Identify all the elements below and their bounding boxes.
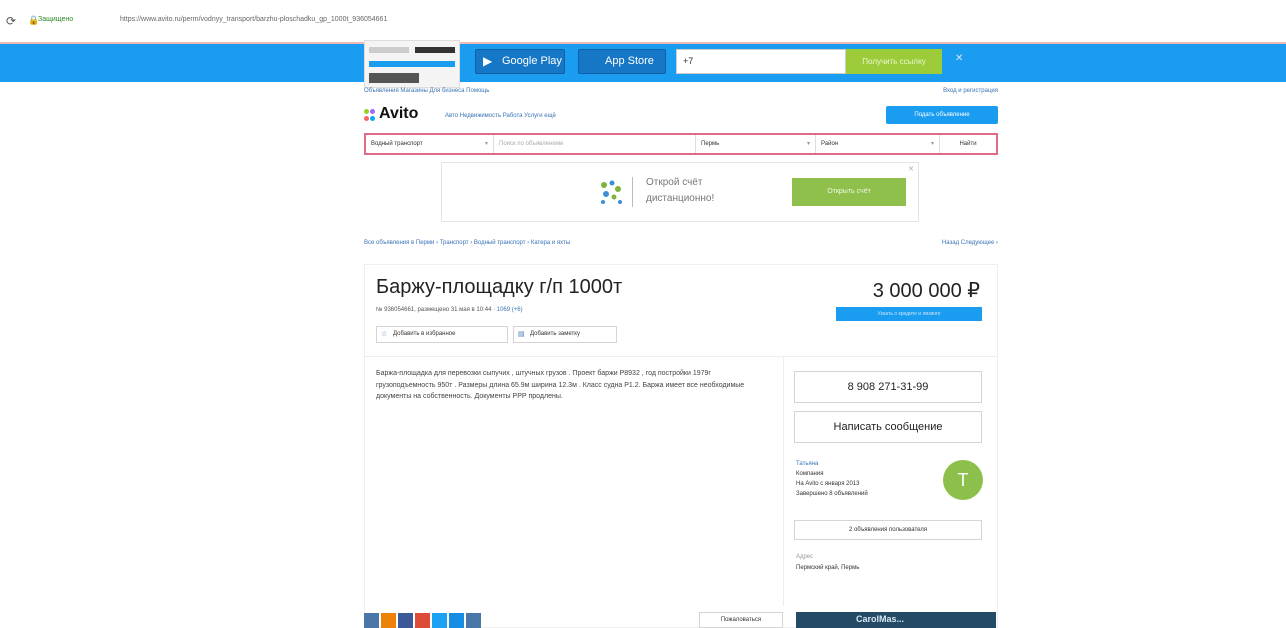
- logo-dots-icon: [364, 109, 376, 123]
- city-value: Пермь: [701, 141, 720, 147]
- ad-line-1: Открой счёт: [646, 177, 703, 188]
- facebook-share-icon[interactable]: [398, 613, 413, 628]
- bank-logo-icon: [601, 180, 622, 204]
- listing-id-date: № 936054661, размещено 31 мая в 10:44: [376, 307, 492, 313]
- add-favorite-button[interactable]: ☆ Добавить в избранное: [376, 326, 508, 343]
- post-ad-button[interactable]: Подать объявление: [886, 106, 998, 124]
- seller-name[interactable]: Татьяна: [796, 459, 868, 469]
- google-play-label: Google Play: [502, 55, 562, 67]
- chevron-down-icon: ▾: [930, 141, 934, 147]
- logo-text: Avito: [379, 105, 419, 122]
- credit-link-button[interactable]: Узнать о кредите и лизинге: [836, 307, 982, 321]
- open-account-button[interactable]: Открыть счёт: [792, 178, 906, 206]
- category-select[interactable]: Водный транспорт ▾: [366, 135, 494, 153]
- vk-share-icon[interactable]: [364, 613, 379, 628]
- app-store-button[interactable]: App Store: [578, 49, 666, 74]
- prev-next-nav[interactable]: Назад Следующее ›: [942, 240, 998, 246]
- phone-button[interactable]: 8 908 271-31-99: [794, 371, 982, 403]
- divider: [364, 356, 998, 357]
- play-store-icon: ▶: [483, 54, 493, 68]
- listing-price: 3 000 000 ₽: [872, 280, 980, 302]
- livejournal-share-icon[interactable]: [466, 613, 481, 628]
- address-value: Пермский край, Пермь: [796, 565, 860, 571]
- close-icon[interactable]: ✕: [955, 53, 963, 64]
- add-note-label: Добавить заметку: [530, 331, 580, 337]
- column-divider: [783, 356, 784, 606]
- district-select[interactable]: Район ▾: [816, 135, 940, 153]
- avatar[interactable]: Т: [943, 460, 983, 500]
- seller-role: Компания: [796, 471, 824, 477]
- seller-info: Татьяна Компания На Avito с января 2013 …: [796, 459, 868, 499]
- side-ad-banner[interactable]: CarolMas...: [796, 612, 996, 628]
- chevron-down-icon: ▾: [484, 141, 488, 147]
- app-promo-image: [364, 40, 460, 88]
- reload-icon[interactable]: ⟳: [6, 14, 16, 28]
- mail-share-icon[interactable]: [449, 613, 464, 628]
- top-links-left[interactable]: Объявления Магазины Для бизнеса Помощь: [364, 88, 489, 94]
- add-note-button[interactable]: ▤ Добавить заметку: [513, 326, 617, 343]
- app-store-label: App Store: [605, 55, 654, 67]
- close-icon[interactable]: ✕: [908, 165, 914, 173]
- ad-divider: [632, 177, 633, 207]
- seller-ads-button[interactable]: 2 объявления пользователя: [794, 520, 982, 540]
- top-links: Объявления Магазины Для бизнеса Помощь В…: [364, 88, 998, 100]
- side-ad-text: CarolMas...: [856, 614, 905, 624]
- listing-meta: № 936054661, размещено 31 мая в 10:44 · …: [376, 307, 523, 313]
- star-icon: ☆: [381, 331, 388, 338]
- login-link[interactable]: Вход и регистрация: [943, 88, 998, 94]
- breadcrumb[interactable]: Все объявления в Перми › Транспорт › Вод…: [364, 240, 570, 246]
- complain-button[interactable]: Пожаловаться: [699, 612, 783, 628]
- district-value: Район: [821, 141, 839, 147]
- note-icon: ▤: [518, 331, 525, 338]
- category-value: Водный транспорт: [371, 141, 423, 147]
- seller-since: На Avito с января 2013: [796, 481, 860, 487]
- seller-completed: Завершено 8 объявлений: [796, 491, 868, 497]
- twitter-share-icon[interactable]: [432, 613, 447, 628]
- write-message-button[interactable]: Написать сообщение: [794, 411, 982, 443]
- listing-description: Баржа-площадка для перевозки сыпучих , ш…: [376, 370, 745, 400]
- chevron-down-icon: ▾: [806, 141, 810, 147]
- address-label: Адрес: [796, 554, 814, 560]
- browser-address-bar: ⟳ 🔒 Защищено https://www.avito.ru/perm/v…: [0, 0, 1286, 44]
- ad-banner[interactable]: Открой счёт дистанционно! Открыть счёт ✕: [441, 162, 919, 222]
- category-nav[interactable]: Авто Недвижимость Работа Услуги ещё: [445, 113, 556, 119]
- ad-line-2: дистанционно!: [646, 193, 715, 204]
- phone-input[interactable]: +7: [676, 49, 846, 74]
- search-bar: Водный транспорт ▾ Поиск по объявлениям …: [364, 133, 998, 155]
- address-block: Адрес Пермский край, Пермь: [796, 552, 859, 574]
- google-play-button[interactable]: ▶ Google Play: [475, 49, 565, 74]
- search-input[interactable]: Поиск по объявлениям: [494, 135, 696, 153]
- google-plus-share-icon[interactable]: [415, 613, 430, 628]
- get-link-button[interactable]: Получить ссылку: [846, 49, 942, 74]
- secure-label: Защищено: [38, 16, 74, 23]
- url-field[interactable]: https://www.avito.ru/perm/vodnyy_transpo…: [120, 16, 387, 23]
- views-count: 1069 (+6): [496, 307, 523, 313]
- add-favorite-label: Добавить в избранное: [393, 331, 456, 337]
- search-button[interactable]: Найти: [940, 135, 996, 153]
- listing-title: Баржу-площадку г/п 1000т: [376, 276, 623, 298]
- ok-share-icon[interactable]: [381, 613, 396, 628]
- city-select[interactable]: Пермь ▾: [696, 135, 816, 153]
